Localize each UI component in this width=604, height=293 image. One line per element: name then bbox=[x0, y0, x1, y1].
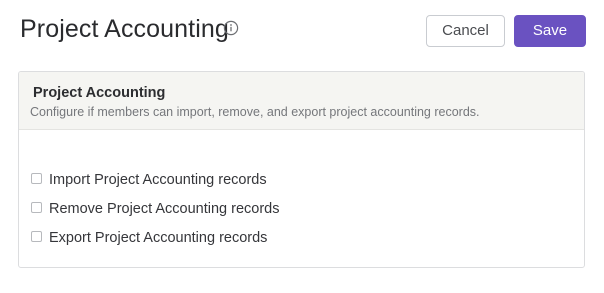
section-title: Project Accounting bbox=[33, 85, 166, 101]
remove-checkbox[interactable] bbox=[31, 201, 42, 213]
page: Project Accounting Cancel Save Project A… bbox=[0, 0, 604, 293]
option-label: Import Project Accounting records bbox=[49, 171, 267, 188]
section-description: Configure if members can import, remove,… bbox=[30, 105, 480, 119]
page-header: Project Accounting Cancel Save bbox=[0, 0, 604, 64]
option-export[interactable]: Export Project Accounting records bbox=[31, 223, 280, 252]
section-header: Project Accounting Configure if members … bbox=[19, 72, 584, 130]
option-remove[interactable]: Remove Project Accounting records bbox=[31, 194, 280, 223]
export-checkbox[interactable] bbox=[31, 230, 42, 242]
option-import[interactable]: Import Project Accounting records bbox=[31, 165, 280, 194]
page-title: Project Accounting bbox=[20, 15, 229, 43]
import-checkbox[interactable] bbox=[31, 172, 42, 184]
info-icon[interactable] bbox=[223, 20, 239, 36]
save-button[interactable]: Save bbox=[514, 15, 586, 47]
option-label: Remove Project Accounting records bbox=[49, 200, 280, 217]
option-label: Export Project Accounting records bbox=[49, 229, 268, 246]
cancel-button[interactable]: Cancel bbox=[426, 15, 505, 47]
permission-options: Import Project Accounting records Remove… bbox=[31, 165, 280, 252]
